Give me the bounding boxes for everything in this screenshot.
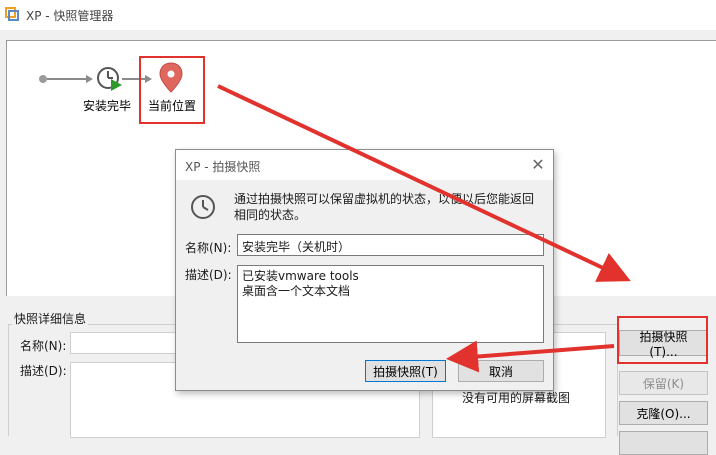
window-titlebar: XP - 快照管理器: [0, 0, 716, 30]
details-name-field[interactable]: [70, 332, 180, 354]
tree-arrow-icon: [86, 75, 93, 83]
no-screenshot-text: 没有可用的屏幕截图: [462, 391, 571, 405]
dialog-desc-textarea[interactable]: 已安装vmware tools 桌面含一个文本文档: [237, 265, 544, 343]
dialog-info-text: 通过拍摄快照可以保留虚拟机的状态，以便以后您能返回相同的状态。: [234, 192, 535, 222]
window-title: XP - 快照管理器: [26, 9, 114, 23]
dialog-cancel-button[interactable]: 取消: [458, 360, 544, 382]
details-name-label: 名称(N):: [20, 339, 67, 353]
vmware-app-icon: [5, 7, 19, 21]
keep-button[interactable]: 保留(K): [619, 371, 708, 395]
dialog-take-snapshot-button[interactable]: 拍摄快照(T): [365, 360, 446, 382]
dialog-name-label: 名称(N):: [185, 241, 232, 255]
details-desc-label: 描述(D):: [20, 364, 67, 378]
clone-button[interactable]: 克隆(O)...: [619, 401, 708, 425]
root-dot-icon: [39, 75, 47, 83]
dialog-titlebar: XP - 拍摄快照 ✕: [176, 150, 553, 180]
dialog-name-input[interactable]: 安装完毕（关机时）: [237, 234, 544, 256]
snapshot-details-title: 快照详细信息: [12, 310, 89, 327]
take-snapshot-dialog: XP - 拍摄快照 ✕ 通过拍摄快照可以保留虚拟机的状态，以便以后您能返回相同的…: [175, 149, 554, 391]
dialog-close-icon[interactable]: ✕: [528, 154, 548, 174]
snapshot-clock-icon: [97, 67, 122, 91]
dialog-desc-label: 描述(D):: [185, 268, 232, 282]
delete-button-partial[interactable]: [619, 431, 708, 455]
highlight-current-location: [139, 56, 205, 124]
clock-info-icon: [191, 195, 215, 219]
highlight-take-snapshot-overlay: [617, 316, 708, 364]
dialog-title: XP - 拍摄快照: [185, 160, 261, 174]
snapshot-node-label[interactable]: 安装完毕: [83, 97, 131, 114]
